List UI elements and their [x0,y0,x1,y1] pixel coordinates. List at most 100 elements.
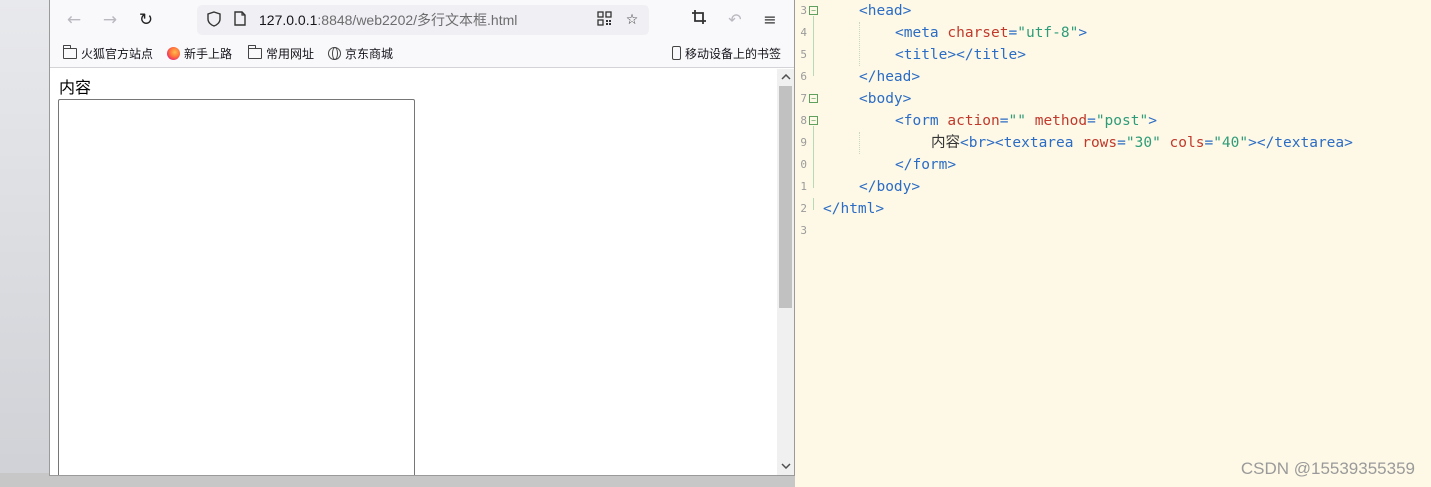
code-token: = [1008,25,1018,41]
fold-guide [813,126,814,188]
firefox-icon [167,47,180,60]
code-line: </head> [859,66,920,88]
browser-toolbar: ← → ↻ 127.0.0.1:8848/web2202/多行文本框.html … [50,0,794,40]
reload-icon[interactable]: ↻ [134,8,158,32]
folder-icon [63,45,77,59]
line-number: 9 [800,136,807,149]
undo-icon[interactable]: ↶ [723,8,747,32]
editor-gutter: 3 4 5 6 7 8 9 0 1 2 3 − − − [795,0,821,487]
fold-guide [813,16,814,76]
code-editor[interactable]: 3 4 5 6 7 8 9 0 1 2 3 − − − <head> <meta… [795,0,1431,487]
bookmark-item[interactable]: 新手上路 [167,45,232,63]
scrollbar-thumb[interactable] [779,86,792,308]
line-number: 2 [800,202,807,215]
code-token: > [1078,25,1088,41]
indent-guide [859,132,860,154]
code-token: <head> [859,3,912,19]
code-token: <form [895,113,948,129]
fold-toggle-icon[interactable]: − [809,94,818,103]
line-number: 6 [800,70,807,83]
fold-guide [813,198,814,210]
line-number: 3 [800,4,807,17]
background-window [0,0,50,487]
code-token: method [1025,113,1088,129]
url-text[interactable]: 127.0.0.1:8848/web2202/多行文本框.html [259,11,517,29]
line-number: 1 [800,180,807,193]
shield-icon[interactable] [205,11,223,29]
content-textarea[interactable] [58,99,415,475]
bookmark-label: 新手上路 [184,47,233,61]
bookmark-label: 常用网址 [266,47,315,61]
bookmark-star-icon[interactable]: ☆ [623,11,641,29]
page-viewport: 内容 [50,69,794,475]
line-number: 5 [800,48,807,61]
line-number: 7 [800,92,807,105]
mobile-device-icon [672,46,681,60]
code-line: <body> [859,88,911,110]
menu-icon[interactable]: ≡ [758,8,782,32]
code-token: > [1148,113,1157,129]
bookmark-label: 移动设备上的书签 [685,47,782,61]
code-token: </head> [859,69,921,85]
scroll-up-arrow-icon[interactable] [777,69,794,86]
code-line: <head> [859,0,911,22]
code-token: 内容 [931,135,960,151]
url-host: 127.0.0.1 [259,12,318,28]
code-token: "utf-8" [1017,25,1079,41]
code-line: <form action="" method="post"> [895,110,1157,132]
code-line: </body> [859,176,920,198]
code-token: "" [1008,113,1026,129]
code-token: </form> [895,157,957,173]
code-token: = [1087,113,1096,129]
line-number: 3 [800,224,807,237]
code-token: cols [1160,135,1205,151]
forward-arrow-icon[interactable]: → [98,8,122,32]
qr-code-icon[interactable] [595,11,613,29]
code-token: <meta [895,25,948,41]
line-number: 4 [800,26,807,39]
code-line: <title></title> [895,44,1026,66]
back-arrow-icon[interactable]: ← [62,8,86,32]
code-line: 内容<br><textarea rows="30" cols="40"></te… [931,132,1353,154]
folder-icon [248,45,262,59]
bookmark-item[interactable]: 常用网址 [248,45,314,63]
code-token: <br><textarea [960,135,1083,151]
page-icon[interactable] [231,11,249,29]
fold-toggle-icon[interactable]: − [809,116,818,125]
url-bar[interactable]: 127.0.0.1:8848/web2202/多行文本框.html ☆ [197,5,649,35]
code-token: rows [1082,135,1118,151]
scroll-down-arrow-icon[interactable] [777,458,794,475]
code-token: = [1117,135,1126,151]
browser-window: ← → ↻ 127.0.0.1:8848/web2202/多行文本框.html … [49,0,795,476]
code-line: <meta charset="utf-8"> [895,22,1087,44]
line-number: 8 [800,114,807,127]
bookmark-label: 火狐官方站点 [81,47,154,61]
code-token: = [1204,135,1214,151]
code-token: <title></title> [895,47,1026,63]
content-label: 内容 [59,78,92,97]
code-token: "post" [1095,113,1149,129]
globe-icon [328,47,341,60]
line-number: 0 [800,158,807,171]
mobile-bookmarks[interactable]: 移动设备上的书签 [672,45,781,63]
code-line: </form> [895,154,956,176]
code-token: "30" [1125,135,1161,151]
crop-icon[interactable] [687,8,711,32]
code-token: action [947,113,1000,129]
bookmark-item[interactable]: 火狐官方站点 [63,45,153,63]
bookmark-label: 京东商城 [345,47,394,61]
url-path: :8848/web2202/多行文本框.html [317,12,518,28]
bookmarks-toolbar: 火狐官方站点 新手上路 常用网址 京东商城 移动设备上的书签 [50,40,794,68]
code-token: "40" [1213,135,1249,151]
code-token: ></textarea> [1248,135,1353,151]
code-token: </body> [859,179,921,195]
indent-guide [859,22,860,66]
code-token: </html> [823,201,885,217]
bookmark-item[interactable]: 京东商城 [328,45,393,63]
vertical-scrollbar[interactable] [777,69,794,475]
fold-toggle-icon[interactable]: − [809,6,818,15]
watermark: CSDN @15539355359 [1240,459,1415,478]
code-token: charset [947,25,1009,41]
code-line: </html> [823,198,884,220]
code-token: = [999,113,1009,129]
